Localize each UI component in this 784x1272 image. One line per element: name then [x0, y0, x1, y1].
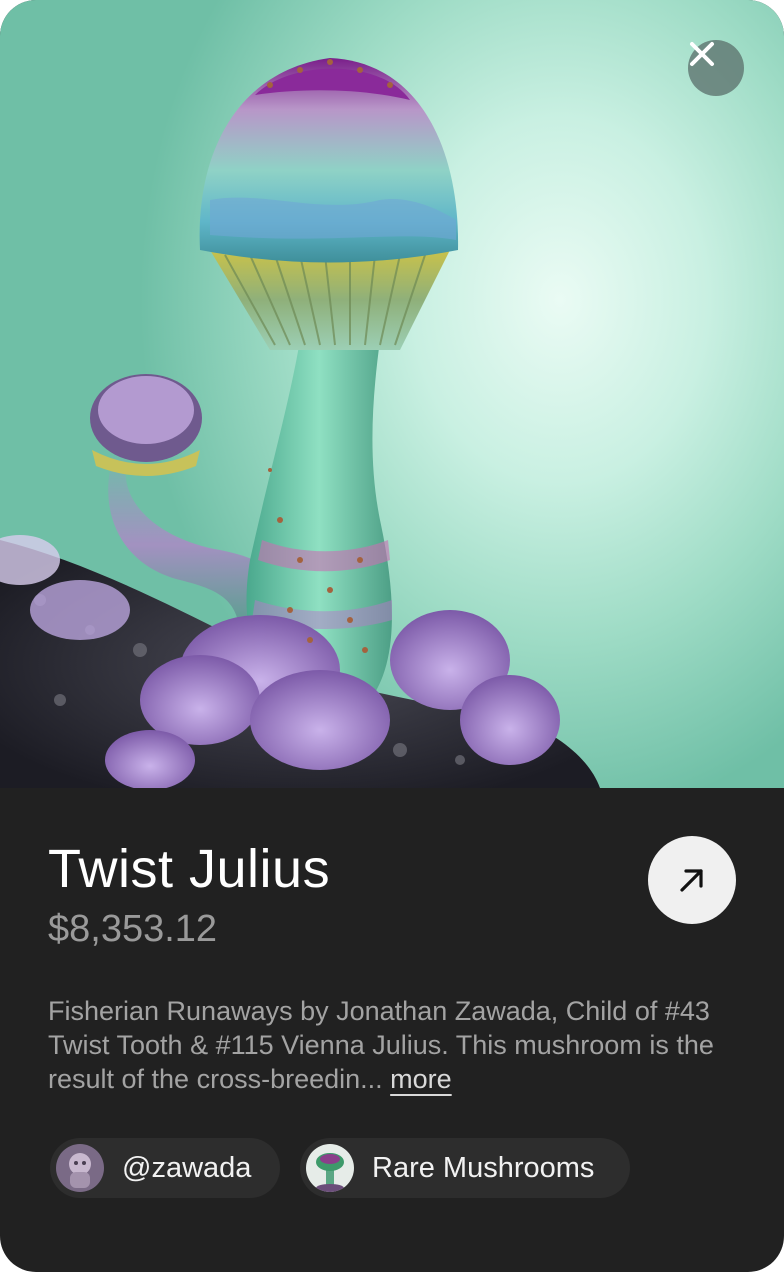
nft-description-text: Fisherian Runaways by Jonathan Zawada, C…: [48, 996, 714, 1094]
nft-detail-card: Twist Julius $8,353.12 Fisherian Runaway…: [0, 0, 784, 1272]
creator-avatar: [56, 1144, 104, 1192]
nft-price: $8,353.12: [48, 908, 218, 950]
collection-avatar: [306, 1144, 354, 1192]
close-icon: [690, 42, 714, 66]
open-external-button[interactable]: [648, 836, 736, 924]
nft-description: Fisherian Runaways by Jonathan Zawada, C…: [48, 994, 738, 1096]
nft-title: Twist Julius: [48, 839, 331, 899]
arrow-up-right-icon: [680, 869, 703, 892]
mushroom-artwork: [0, 58, 600, 788]
collection-name: Rare Mushrooms: [372, 1151, 595, 1184]
creator-handle: @zawada: [122, 1151, 252, 1184]
creator-chip[interactable]: @zawada: [50, 1138, 280, 1198]
nft-artwork-image: [0, 0, 784, 788]
close-button[interactable]: [688, 40, 744, 96]
more-link[interactable]: more: [390, 1064, 452, 1094]
collection-chip[interactable]: Rare Mushrooms: [300, 1138, 630, 1198]
